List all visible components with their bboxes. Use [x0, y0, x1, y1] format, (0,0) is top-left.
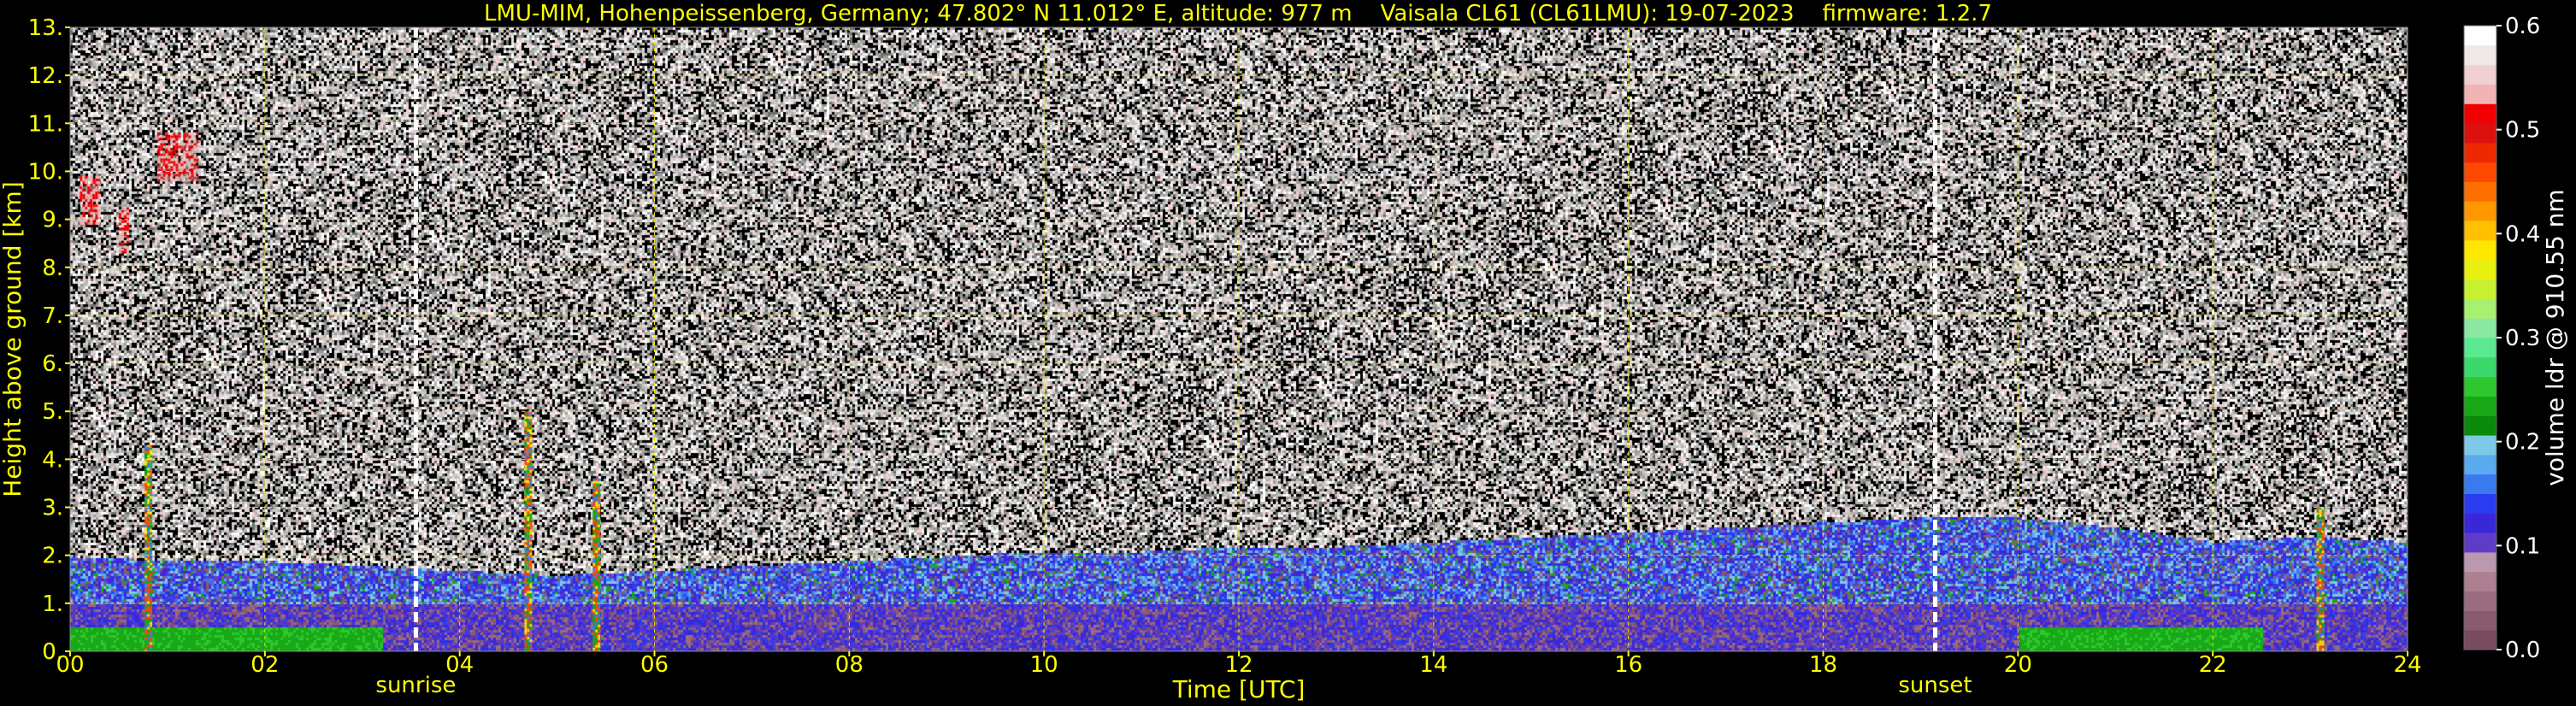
y-tick-label: 1. [42, 591, 63, 617]
y-tick-label: 3. [42, 496, 63, 521]
colorbar-segment [2464, 551, 2496, 573]
colorbar-segment [2464, 279, 2496, 299]
colorbar-segment [2464, 64, 2496, 85]
colorbar-segment [2464, 318, 2496, 338]
colorbar-tick-label: 0.5 [2505, 118, 2540, 144]
colorbar-label: volume ldr @ 910.55 nm [2541, 189, 2569, 485]
y-tick-label: 8. [42, 256, 63, 281]
chart-title: LMU-MIM, Hohenpeissenberg, Germany; 47.8… [484, 1, 1992, 26]
y-tick-label: 13. [28, 15, 63, 41]
colorbar-segment [2464, 454, 2496, 475]
y-tick-label: 4. [42, 447, 63, 473]
colorbar-segment [2464, 376, 2496, 397]
x-tick-label: 08 [835, 652, 864, 678]
ldr-heatmap-image [70, 27, 2408, 651]
y-tick-label: 2. [42, 544, 63, 569]
ceilometer-figure: LMU-MIM, Hohenpeissenberg, Germany; 47.8… [0, 0, 2576, 706]
colorbar-tick-label: 0.4 [2505, 221, 2540, 247]
colorbar-segment [2464, 239, 2496, 261]
y-axis-label: Height above ground [km] [0, 181, 27, 497]
plot-area: sunrise sunset [69, 26, 2408, 698]
colorbar-segment [2464, 591, 2496, 611]
data-layer [70, 27, 2408, 651]
y-tick-label: 10. [28, 159, 63, 185]
sunset-label: sunset [1898, 673, 1972, 698]
colorbar-segment [2464, 44, 2496, 66]
colorbar-tick-label: 0.3 [2505, 326, 2540, 351]
x-tick-label: 16 [1614, 652, 1642, 678]
y-tick-label: 9. [42, 208, 63, 233]
x-tick-label: 24 [2393, 652, 2421, 678]
x-tick-label: 20 [2004, 652, 2032, 678]
y-tick-label: 6. [42, 351, 63, 377]
colorbar-segment [2464, 630, 2496, 650]
colorbar-tick-label: 0.6 [2505, 14, 2540, 39]
y-tick-label: 5. [42, 399, 63, 425]
x-tick-label: 10 [1030, 652, 1058, 678]
x-tick-label: 02 [251, 652, 279, 678]
colorbar-segment [2464, 103, 2496, 124]
colorbar-segment [2464, 298, 2496, 319]
x-tick-label: 04 [445, 652, 474, 678]
x-axis-label: Time [UTC] [1172, 675, 1306, 703]
colorbar-segment [2464, 26, 2496, 46]
x-tick-label: 06 [640, 652, 669, 678]
y-tick-label: 11. [28, 111, 63, 137]
colorbar-segment [2464, 532, 2496, 553]
colorbar-segment [2464, 356, 2496, 378]
x-tick-label: 22 [2199, 652, 2227, 678]
x-tick-label: 14 [1419, 652, 1447, 678]
colorbar-tick-label: 0.2 [2505, 430, 2540, 456]
colorbar-segment [2464, 493, 2496, 514]
colorbar-segment [2464, 435, 2496, 456]
colorbar-segment [2464, 123, 2496, 144]
colorbar-segment [2464, 259, 2496, 280]
colorbar-segment [2464, 162, 2496, 182]
colorbar-segment [2464, 201, 2496, 221]
y-tick-label: 7. [42, 303, 63, 329]
colorbar-segment [2464, 396, 2496, 416]
x-tick-label: 12 [1224, 652, 1253, 678]
sunrise-label: sunrise [375, 673, 456, 698]
colorbar-segment [2464, 513, 2496, 533]
colorbar-segment [2464, 415, 2496, 436]
y-tick-label: 0. [42, 639, 63, 665]
colorbar-segment [2464, 338, 2496, 358]
colorbar-segments [2464, 26, 2496, 650]
colorbar-tick-label: 0.1 [2505, 533, 2540, 559]
colorbar-tick-label: 0.0 [2505, 638, 2540, 663]
colorbar-segment [2464, 142, 2496, 163]
x-tick-label: 18 [1809, 652, 1837, 678]
colorbar-segment [2464, 181, 2496, 202]
colorbar-segment [2464, 610, 2496, 631]
y-tick-label: 12. [28, 63, 63, 89]
colorbar-segment [2464, 474, 2496, 494]
colorbar-segment [2464, 221, 2496, 241]
colorbar-segment [2464, 84, 2496, 104]
colorbar-segment [2464, 571, 2496, 592]
